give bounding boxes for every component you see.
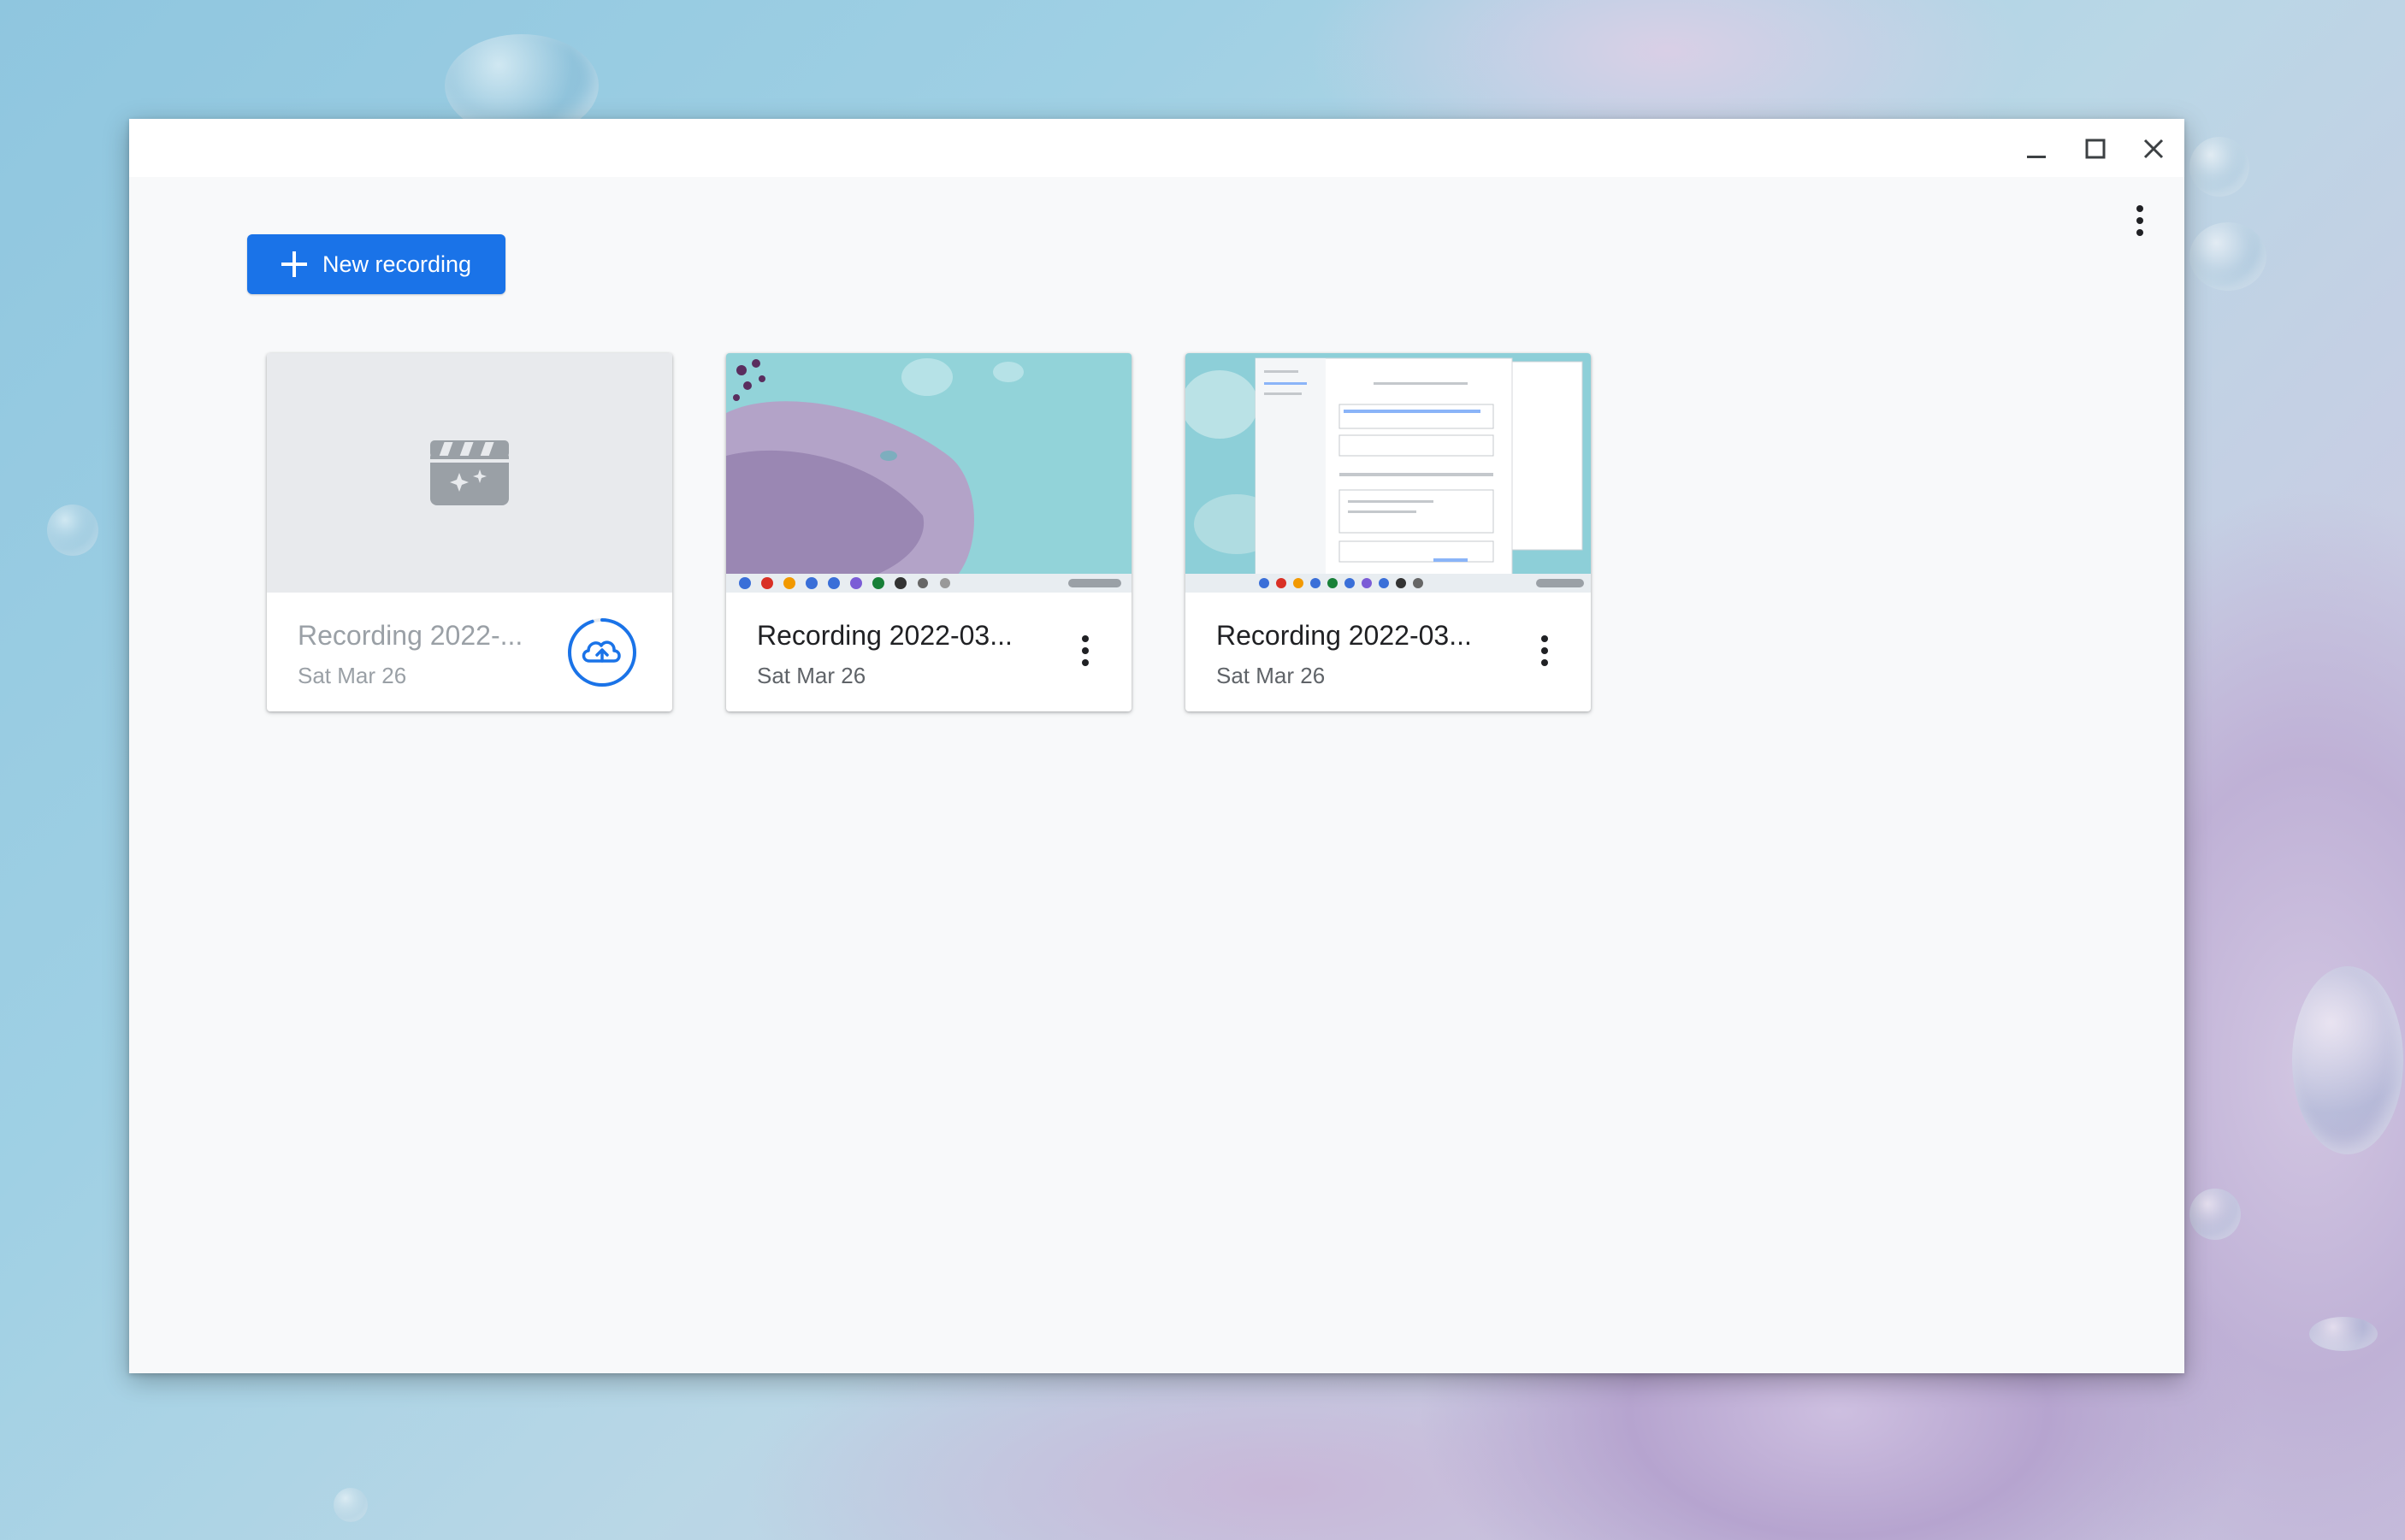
recording-title: Recording 2022-03... [757,620,1013,651]
background-droplet [2189,1189,2241,1240]
minimize-button[interactable] [2017,129,2056,168]
recording-card[interactable]: Recording 2022-... Sat Mar 26 [267,353,672,711]
maximize-button[interactable] [2076,129,2115,168]
app-menu-button[interactable] [2119,195,2160,246]
recording-title: Recording 2022-03... [1216,620,1472,651]
minimize-icon [2027,156,2046,158]
background-droplet [2309,1317,2378,1351]
recording-card[interactable]: Recording 2022-03... Sat Mar 26 [726,353,1132,711]
close-button[interactable] [2134,129,2173,168]
background-droplet [2189,137,2249,197]
recording-thumbnail [726,353,1132,593]
title-bar [129,119,2184,177]
new-recording-button[interactable]: New recording [247,234,505,294]
recording-card[interactable]: Recording 2022-03... Sat Mar 26 [1185,353,1591,711]
recording-date: Sat Mar 26 [757,663,866,688]
upload-status-button[interactable] [566,617,638,688]
background-droplet [2292,966,2403,1154]
more-vert-icon [1541,635,1548,642]
recording-menu-button[interactable] [1065,625,1106,676]
recording-thumbnail [267,353,672,593]
recording-menu-button[interactable] [1524,625,1565,676]
movie-clapper-icon [430,440,509,505]
recording-title: Recording 2022-... [298,620,523,651]
background-droplet [47,504,98,556]
cloud-upload-icon [582,640,621,663]
background-droplet [334,1488,368,1522]
recording-date: Sat Mar 26 [1216,663,1326,688]
background-droplet [2189,222,2266,291]
more-vert-icon [1082,635,1089,642]
recording-date: Sat Mar 26 [298,663,407,688]
close-icon [2143,139,2164,159]
maximize-icon [2085,139,2106,159]
plus-icon [281,251,307,277]
upload-progress-ring [568,618,636,687]
new-recording-label: New recording [322,251,472,277]
more-vert-icon [2136,205,2143,212]
screencast-app-window: New recording Recording 2022-... Sat Mar… [129,119,2184,1373]
recording-thumbnail [1185,353,1591,593]
